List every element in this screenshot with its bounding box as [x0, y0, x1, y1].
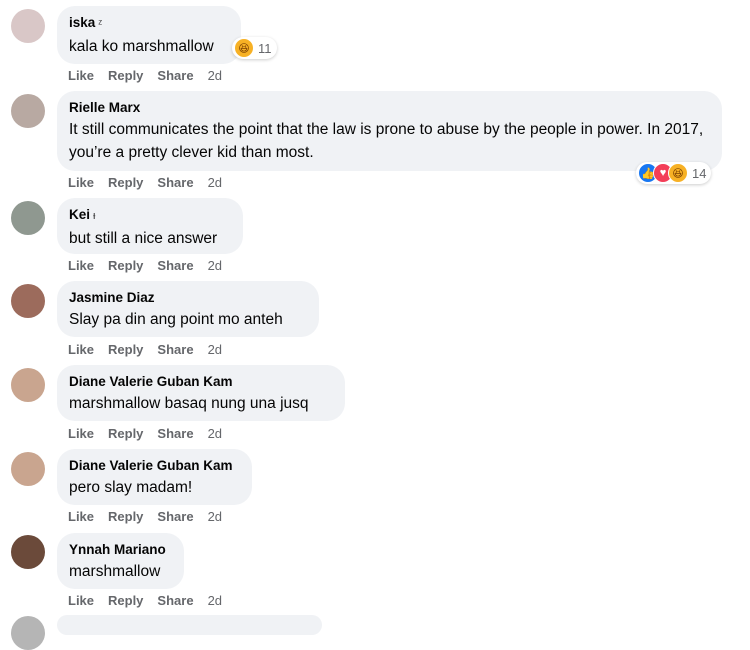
- comment-actions: Like Reply Share 2d: [68, 426, 222, 441]
- like-link[interactable]: Like: [68, 426, 94, 441]
- reply-link[interactable]: Reply: [108, 509, 143, 524]
- avatar[interactable]: [11, 284, 45, 318]
- like-link[interactable]: Like: [68, 509, 94, 524]
- haha-reaction-icon: 😆: [668, 163, 688, 183]
- avatar[interactable]: [11, 368, 45, 402]
- reply-link[interactable]: Reply: [108, 426, 143, 441]
- commenter-name[interactable]: Ynnah Mariano: [69, 541, 172, 558]
- reply-link[interactable]: Reply: [108, 342, 143, 357]
- comment-bubble: Diane Valerie Guban Kam pero slay madam!: [57, 449, 252, 505]
- reply-link[interactable]: Reply: [108, 68, 143, 83]
- like-link[interactable]: Like: [68, 342, 94, 357]
- like-link[interactable]: Like: [68, 175, 94, 190]
- share-link[interactable]: Share: [157, 258, 193, 273]
- timestamp[interactable]: 2d: [208, 342, 222, 357]
- reaction-count: 14: [692, 165, 707, 181]
- avatar[interactable]: [11, 535, 45, 569]
- comment-bubble: [57, 615, 322, 635]
- comment-actions: Like Reply Share 2d: [68, 175, 222, 190]
- comment-text: kala ko marshmallow: [69, 38, 214, 55]
- comment-actions: Like Reply Share 2d: [68, 258, 222, 273]
- reaction-summary[interactable]: 👍 ♥ 😆 14: [636, 162, 712, 184]
- comment-bubble: Kei ᵻ but still a nice answer: [57, 198, 243, 254]
- comment-text: pero slay madam!: [69, 479, 193, 496]
- comment-bubble: Ynnah Mariano marshmallow: [57, 533, 184, 589]
- comment-actions: Like Reply Share 2d: [68, 593, 222, 608]
- reaction-count: 11: [258, 40, 272, 56]
- comment-text: but still a nice answer: [69, 230, 218, 247]
- avatar[interactable]: [11, 9, 45, 43]
- reply-link[interactable]: Reply: [108, 593, 143, 608]
- commenter-name[interactable]: Diane Valerie Guban Kam: [69, 373, 333, 390]
- commenter-name[interactable]: Diane Valerie Guban Kam: [69, 457, 240, 474]
- reply-link[interactable]: Reply: [108, 175, 143, 190]
- comment-actions: Like Reply Share 2d: [68, 509, 222, 524]
- timestamp[interactable]: 2d: [208, 175, 222, 190]
- avatar[interactable]: [11, 94, 45, 128]
- timestamp[interactable]: 2d: [208, 68, 222, 83]
- comment-bubble: Diane Valerie Guban Kam marshmallow basa…: [57, 365, 345, 421]
- avatar[interactable]: [11, 201, 45, 235]
- timestamp[interactable]: 2d: [208, 258, 222, 273]
- haha-reaction-icon: 😆: [234, 38, 254, 58]
- reply-link[interactable]: Reply: [108, 258, 143, 273]
- comment-text: marshmallow: [69, 563, 161, 580]
- reaction-summary[interactable]: 😆 11: [232, 37, 277, 59]
- comment-text: marshmallow basaq nung una jusq: [69, 395, 309, 412]
- timestamp[interactable]: 2d: [208, 426, 222, 441]
- comment-bubble: iska ᶻ kala ko marshmallow: [57, 6, 241, 64]
- name-mark: ᶻ: [98, 18, 103, 30]
- comment-actions: Like Reply Share 2d: [68, 342, 222, 357]
- timestamp[interactable]: 2d: [208, 593, 222, 608]
- like-link[interactable]: Like: [68, 593, 94, 608]
- commenter-name[interactable]: iska ᶻ: [69, 14, 229, 33]
- timestamp[interactable]: 2d: [208, 509, 222, 524]
- share-link[interactable]: Share: [157, 342, 193, 357]
- comment-bubble: Rielle Marx It still communicates the po…: [57, 91, 722, 171]
- avatar[interactable]: [11, 452, 45, 486]
- share-link[interactable]: Share: [157, 509, 193, 524]
- commenter-name[interactable]: Rielle Marx: [69, 99, 710, 116]
- comment-bubble: Jasmine Diaz Slay pa din ang point mo an…: [57, 281, 319, 337]
- like-link[interactable]: Like: [68, 258, 94, 273]
- comment-text: It still communicates the point that the…: [69, 121, 704, 161]
- share-link[interactable]: Share: [157, 175, 193, 190]
- name-mark: ᵻ: [93, 210, 96, 222]
- commenter-name[interactable]: Kei ᵻ: [69, 206, 231, 225]
- share-link[interactable]: Share: [157, 593, 193, 608]
- comment-actions: Like Reply Share 2d: [68, 68, 222, 83]
- commenter-name[interactable]: Jasmine Diaz: [69, 289, 307, 306]
- comment-text: Slay pa din ang point mo anteh: [69, 311, 283, 328]
- share-link[interactable]: Share: [157, 68, 193, 83]
- avatar[interactable]: [11, 616, 45, 650]
- share-link[interactable]: Share: [157, 426, 193, 441]
- like-link[interactable]: Like: [68, 68, 94, 83]
